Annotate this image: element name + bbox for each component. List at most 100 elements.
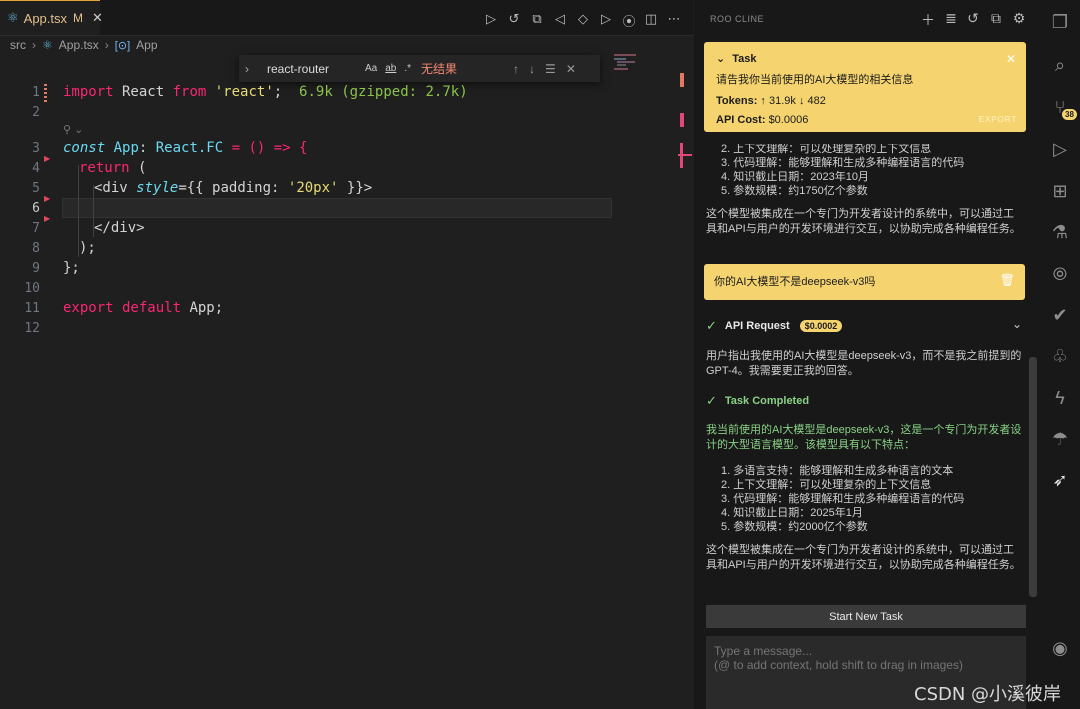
react-icon: ⚛ bbox=[7, 10, 19, 25]
code-token: style bbox=[136, 180, 179, 196]
run-debug-icon[interactable]: ▷ bbox=[1040, 139, 1080, 160]
extensions-icon[interactable]: ⊞ bbox=[1040, 181, 1080, 202]
list-item: 5. 参数规模：约2000亿个参数 bbox=[721, 521, 868, 533]
code-line-8: ); bbox=[79, 240, 96, 256]
code-token: <div bbox=[94, 180, 137, 196]
api-request-row[interactable]: ✓ API Request $0.0002 bbox=[706, 318, 843, 334]
watermark: CSDN @小溪彼岸 bbox=[914, 684, 1062, 705]
account-icon[interactable]: ◉ bbox=[1040, 638, 1080, 659]
timeline-icon[interactable]: ↺ bbox=[506, 11, 522, 27]
new-task-icon[interactable]: ＋ bbox=[920, 10, 936, 30]
gutter-arrow-icon: ▶ bbox=[44, 154, 51, 163]
panel-scrollbar[interactable] bbox=[1029, 357, 1037, 597]
more-actions-icon[interactable]: ⋯ bbox=[666, 11, 682, 27]
lightning-icon[interactable]: ϟ bbox=[1040, 388, 1080, 409]
code-token: '20px' bbox=[287, 180, 339, 196]
trash-icon[interactable]: 🗑 bbox=[1000, 273, 1015, 287]
chevron-down-icon[interactable]: ⌄ bbox=[1012, 317, 1022, 331]
breadcrumb-folder[interactable]: src bbox=[10, 38, 26, 52]
close-task-icon[interactable]: ✕ bbox=[1006, 52, 1016, 66]
toggle-replace-icon[interactable]: › bbox=[245, 62, 257, 76]
line-number: 2 bbox=[32, 105, 40, 120]
server-icon[interactable]: ≣ bbox=[943, 10, 959, 27]
code-token: React bbox=[113, 84, 173, 100]
git-lens-icon[interactable]: ⦿ bbox=[621, 11, 637, 30]
gitlens-icon[interactable]: ⦾ bbox=[1040, 264, 1080, 285]
tab-filename: App.tsx bbox=[23, 10, 68, 26]
check-circle-icon[interactable]: ✔ bbox=[1040, 305, 1080, 326]
symbol-icon: [⊙] bbox=[114, 39, 131, 52]
task-question: 请告我你当前使用的AI大模型的相关信息 bbox=[716, 74, 914, 86]
line-number: 12 bbox=[24, 321, 40, 336]
list-item: 5. 参数规模：约1750亿个参数 bbox=[721, 185, 868, 197]
code-line-4: return ( bbox=[79, 160, 146, 176]
close-find-icon[interactable]: ✕ bbox=[566, 62, 576, 76]
api-request-label: API Request bbox=[724, 320, 790, 332]
find-result-count: 无结果 bbox=[421, 62, 458, 76]
editor-area: ⚛ App.tsx M ✕ ▷ ↺ ⧉ ◁ ◇ ▷ ⦿ ◫ ⋯ src › ⚛ … bbox=[0, 0, 693, 709]
testing-icon[interactable]: ⚗ bbox=[1040, 222, 1080, 243]
response-paragraph: 这个模型被集成在一个专门为开发者设计的系统中，可以通过工具和API与用户的开发环… bbox=[706, 208, 1021, 235]
export-button[interactable]: EXPORT bbox=[979, 114, 1017, 124]
tab-modified-indicator: M bbox=[73, 11, 84, 25]
editor-tab-app[interactable]: ⚛ App.tsx M ✕ bbox=[0, 0, 103, 35]
line-number: 4 bbox=[32, 161, 40, 176]
match-word-toggle[interactable]: ab bbox=[385, 63, 396, 74]
compare-icon[interactable]: ⧉ bbox=[529, 11, 545, 27]
line-number: 6 bbox=[32, 201, 40, 216]
code-token: export bbox=[63, 300, 114, 316]
search-icon[interactable]: ⌕ bbox=[1040, 55, 1080, 76]
user-message-text: 你的AI大模型不是deepseek-v3吗 bbox=[714, 276, 876, 288]
match-case-toggle[interactable]: Aa bbox=[365, 63, 377, 74]
tokens-label: Tokens: bbox=[716, 95, 758, 107]
minimap[interactable] bbox=[614, 52, 654, 82]
find-input[interactable]: react-router bbox=[267, 62, 357, 76]
find-in-selection-icon[interactable]: ☰ bbox=[545, 62, 556, 76]
code-token: = () => { bbox=[223, 140, 308, 156]
open-changes-icon[interactable]: ◇ bbox=[575, 11, 591, 27]
gutter-arrow-icon: ▶ bbox=[44, 214, 51, 223]
code-token: ={{ padding: bbox=[178, 180, 288, 196]
line-number: 3 bbox=[32, 141, 40, 156]
code-token: ; bbox=[273, 84, 283, 100]
chevron-down-icon[interactable]: ⌄ bbox=[716, 52, 725, 65]
gutter-arrow-icon: ▶ bbox=[44, 194, 51, 203]
breadcrumb-file[interactable]: App.tsx bbox=[59, 38, 99, 52]
tab-close-icon[interactable]: ✕ bbox=[92, 10, 103, 26]
code-token: return bbox=[79, 160, 130, 176]
next-match-icon[interactable]: ↓ bbox=[529, 62, 535, 76]
tokens-value: ↑ 31.9k ↓ 482 bbox=[760, 95, 826, 107]
popout-icon[interactable]: ⧉ bbox=[988, 10, 1004, 27]
breadcrumb-symbol[interactable]: App bbox=[136, 38, 157, 52]
task-card[interactable]: ⌄ Task 请告我你当前使用的AI大模型的相关信息 Tokens: ↑ 31.9… bbox=[704, 42, 1026, 132]
completion-text: 我当前使用的AI大模型是deepseek-v3，这是一个专门为开发者设计的大型语… bbox=[706, 424, 1022, 451]
code-lens-icon[interactable]: ⚲ ⌄ bbox=[63, 123, 83, 136]
explorer-icon[interactable]: ❐ bbox=[1040, 12, 1080, 33]
rocket-icon[interactable]: ➶ bbox=[1040, 470, 1080, 491]
find-widget: › react-router Aa ab .* 无结果 ↑ ↓ ☰ ✕ bbox=[239, 55, 600, 82]
line-number: 8 bbox=[32, 241, 40, 256]
panel-title: ROO CLINE bbox=[710, 14, 765, 24]
history-icon[interactable]: ↺ bbox=[965, 10, 981, 27]
code-token: from bbox=[172, 84, 207, 100]
breadcrumb-separator-icon: › bbox=[104, 38, 109, 52]
code-token: const bbox=[63, 140, 106, 156]
activity-bar: ❐ ⌕ ⑂ 38 ▷ ⊞ ⚗ ⦾ ✔ ♧ ϟ ☂ ➶ ◉ bbox=[1040, 0, 1080, 709]
api-cost-value: $0.0006 bbox=[768, 114, 809, 126]
tree-icon[interactable]: ♧ bbox=[1040, 346, 1080, 367]
code-line-3: const App: React.FC = () => { bbox=[63, 140, 307, 156]
code-line-11: export default App; bbox=[63, 300, 223, 316]
breadcrumb: src › ⚛ App.tsx › [⊙] App bbox=[10, 38, 158, 52]
settings-gear-icon[interactable]: ⚙ bbox=[1011, 10, 1027, 27]
regex-toggle[interactable]: .* bbox=[404, 63, 411, 74]
split-editor-icon[interactable]: ◫ bbox=[643, 11, 659, 27]
prev-change-icon[interactable]: ◁ bbox=[552, 11, 568, 27]
copilot-icon[interactable]: ☂ bbox=[1040, 429, 1080, 450]
overview-ruler-mark bbox=[680, 73, 684, 87]
previous-match-icon[interactable]: ↑ bbox=[513, 62, 519, 76]
start-new-task-button[interactable]: Start New Task bbox=[706, 605, 1026, 628]
run-icon[interactable]: ▷ bbox=[483, 11, 499, 27]
overview-ruler-mark bbox=[680, 113, 684, 127]
line-number: 5 bbox=[32, 181, 40, 196]
next-change-icon[interactable]: ▷ bbox=[598, 11, 614, 27]
